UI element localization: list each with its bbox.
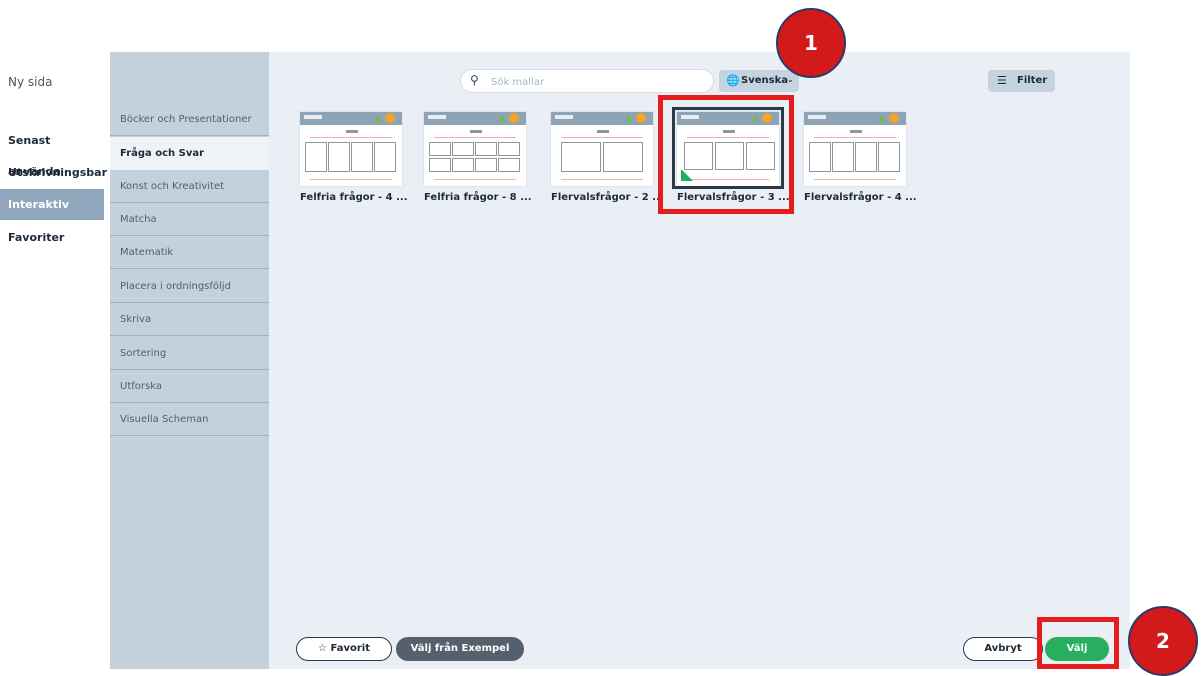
search-box[interactable]: ⚲ — [460, 69, 714, 93]
template-label: Felfria frågor - 4 ... — [300, 192, 408, 203]
template-label: Flervalsfrågor - 4 ... — [804, 192, 917, 203]
template-thumbnail — [551, 112, 653, 186]
category-ordering[interactable]: Placera i ordningsföljd — [110, 270, 269, 303]
template-label: Flervalsfrågor - 2 ... — [551, 192, 664, 203]
sliders-icon: ☰ — [997, 74, 1007, 87]
category-art-creativity[interactable]: Konst och Kreativitet — [110, 170, 269, 203]
choose-example-button[interactable]: Välj från Exempel — [396, 637, 524, 661]
nav-item-interactive[interactable]: Interaktiv — [0, 189, 104, 220]
template-thumbnail — [424, 112, 526, 186]
cancel-button[interactable]: Avbryt — [963, 637, 1043, 661]
category-visual-schedules[interactable]: Visuella Scheman — [110, 403, 269, 436]
category-list: Böcker och Presentationer Fråga och Svar… — [110, 52, 269, 669]
template-card[interactable]: Flervalsfrågor - 2 ... — [549, 112, 664, 208]
search-icon: ⚲ — [470, 73, 479, 87]
language-label: Svenska — [741, 75, 788, 86]
highlight-box-template — [658, 95, 794, 214]
template-card[interactable]: Felfria frågor - 4 ... — [298, 112, 408, 208]
template-card[interactable]: Flervalsfrågor - 4 ... — [802, 112, 917, 208]
category-sorting[interactable]: Sortering — [110, 337, 269, 370]
globe-icon: 🌐 — [726, 74, 740, 87]
search-input[interactable] — [489, 73, 693, 91]
category-books-presentations[interactable]: Böcker och Presentationer — [110, 103, 269, 136]
step-marker-1: 1 — [776, 8, 846, 78]
language-dropdown[interactable]: 🌐 Svenska ⌄ — [719, 70, 799, 92]
chevron-down-icon: ⌄ — [787, 75, 794, 84]
template-thumbnail — [300, 112, 402, 186]
filter-label: Filter — [1017, 75, 1048, 86]
new-page-title: Ny sida — [8, 75, 53, 89]
filter-button[interactable]: ☰ Filter — [988, 70, 1055, 92]
nav-item-recent[interactable]: Senast använda — [0, 125, 104, 178]
favorite-label: Favorit — [330, 643, 370, 654]
nav-item-favorites[interactable]: Favoriter — [0, 222, 104, 253]
category-explore[interactable]: Utforska — [110, 370, 269, 403]
step-marker-2: 2 — [1128, 606, 1198, 676]
category-writing[interactable]: Skriva — [110, 303, 269, 336]
nav-item-printable[interactable]: Utskrivningsbar — [0, 157, 107, 188]
template-card[interactable]: Felfria frågor - 8 ... — [422, 112, 532, 208]
favorite-button[interactable]: ☆ Favorit — [296, 637, 392, 661]
template-label: Felfria frågor - 8 ... — [424, 192, 532, 203]
category-math[interactable]: Matematik — [110, 236, 269, 269]
star-icon: ☆ — [318, 643, 327, 654]
template-thumbnail — [804, 112, 906, 186]
category-question-answer[interactable]: Fråga och Svar — [110, 137, 269, 170]
highlight-box-choose — [1037, 617, 1119, 669]
category-match[interactable]: Matcha — [110, 203, 269, 236]
left-navigation: Ny sida Senast använda Utskrivningsbar I… — [0, 0, 110, 669]
